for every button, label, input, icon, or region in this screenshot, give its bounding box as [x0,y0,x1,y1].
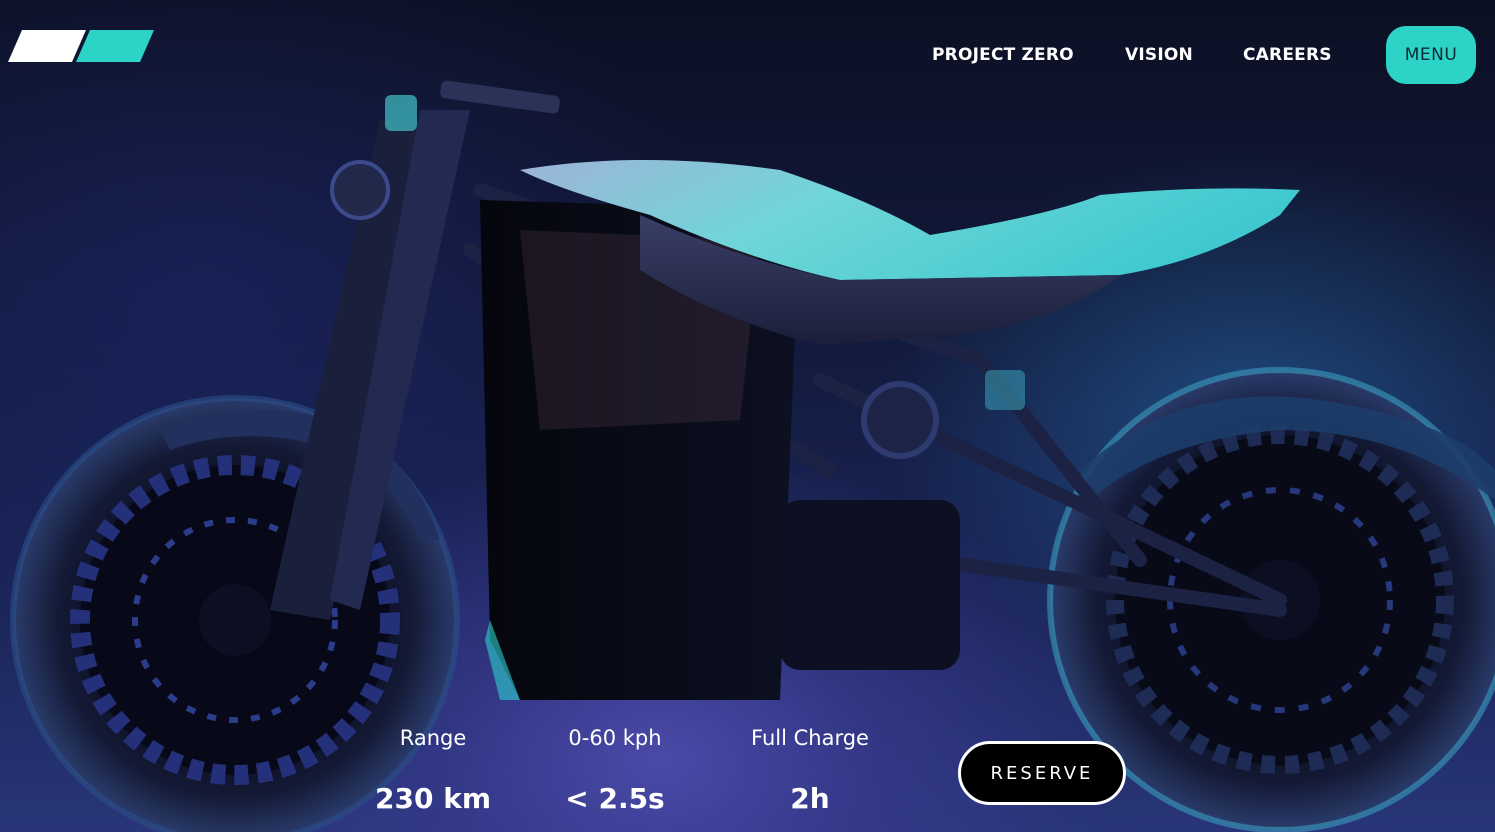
spec-range: Range 230 km [370,722,496,816]
twin-parallelogram-logo-icon[interactable] [8,28,158,64]
spec-label: Full Charge [751,726,869,750]
spec-full-charge: Full Charge 2h [740,722,880,816]
menu-button[interactable]: MENU [1386,26,1476,84]
spec-acceleration: 0-60 kph < 2.5s [552,722,678,816]
spec-value: 230 km [375,782,491,815]
nav-link-vision[interactable]: VISION [1125,45,1193,65]
motorcycle-image [10,80,1495,832]
spec-value: 2h [790,782,830,815]
nav-link-careers[interactable]: CAREERS [1243,45,1332,65]
nav-link-project-zero[interactable]: PROJECT ZERO [932,45,1074,65]
spec-list: Range 230 km 0-60 kph < 2.5s Full Charge… [370,722,890,822]
reserve-button[interactable]: RESERVE [958,741,1126,805]
motor [780,370,1025,670]
spec-label: 0-60 kph [568,726,662,750]
spec-value: < 2.5s [565,782,665,815]
spec-label: Range [399,726,467,750]
